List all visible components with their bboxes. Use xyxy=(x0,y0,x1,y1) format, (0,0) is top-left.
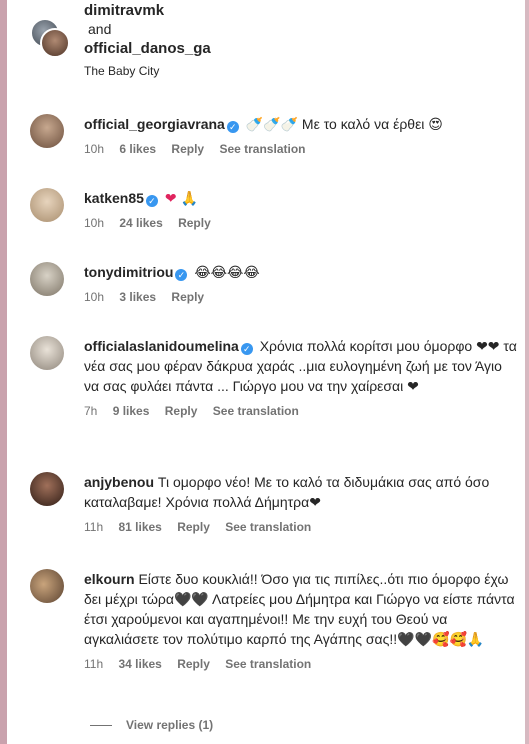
comment-text-block: tonydimitriou ✓ 😂😂😂😂 xyxy=(84,262,520,282)
left-edge-border xyxy=(0,0,7,744)
comment-meta: 11h 81 likes Reply See translation xyxy=(84,520,520,534)
comment-text-block: anjybenou Τι ομορφο νέο! Με το καλό τα δ… xyxy=(84,472,520,512)
comment-likes[interactable]: 81 likes xyxy=(118,520,161,534)
reply-button[interactable]: Reply xyxy=(171,290,204,304)
verified-icon: ✓ xyxy=(175,269,188,281)
avatar[interactable] xyxy=(30,114,64,148)
avatar[interactable] xyxy=(30,188,64,222)
comment-likes[interactable]: 34 likes xyxy=(118,657,161,671)
comment-meta: 10h 6 likes Reply See translation xyxy=(84,142,520,156)
comment-meta: 7h 9 likes Reply See translation xyxy=(84,404,520,418)
avatar[interactable] xyxy=(40,28,70,58)
comment-username[interactable]: tonydimitriou xyxy=(84,264,173,280)
comment-username[interactable]: katken85 xyxy=(84,190,144,206)
comment-text: Είστε δυο κουκλιά!! Όσο για τις πιπίλες.… xyxy=(84,571,515,647)
comment-likes[interactable]: 24 likes xyxy=(119,216,162,230)
header-and-label: and xyxy=(88,21,112,37)
comment-meta: 10h 3 likes Reply xyxy=(84,290,520,304)
comment-text-block: elkourn Είστε δυο κουκλιά!! Όσο για τις … xyxy=(84,569,520,649)
see-translation-button[interactable]: See translation xyxy=(225,657,311,671)
verified-icon: ✓ xyxy=(145,195,158,207)
comment-likes[interactable]: 6 likes xyxy=(119,142,156,156)
verified-icon: ✓ xyxy=(240,343,253,355)
comment-likes[interactable]: 9 likes xyxy=(113,404,150,418)
avatar[interactable] xyxy=(30,569,64,603)
comment-time: 10h xyxy=(84,290,105,304)
avatar[interactable] xyxy=(30,262,64,296)
header-location[interactable]: The Baby City xyxy=(84,64,159,78)
comment-username[interactable]: official_georgiavrana xyxy=(84,116,225,132)
comment-time: 7h xyxy=(84,404,98,418)
comment-meta: 10h 24 likes Reply xyxy=(84,216,520,230)
collab-avatars[interactable] xyxy=(30,18,70,58)
comment-text-block: katken85 ✓ ❤ 🙏 xyxy=(84,188,520,208)
comment-time: 11h xyxy=(84,657,104,671)
right-edge-border xyxy=(525,0,529,744)
comment-text: 🍼🍼🍼 Με το καλό να έρθει 😍 xyxy=(245,116,443,132)
header-username-1[interactable]: dimitravmk xyxy=(84,2,164,19)
view-replies-button[interactable]: View replies (1) xyxy=(90,718,213,732)
comment-time: 10h xyxy=(84,216,105,230)
reply-button[interactable]: Reply xyxy=(177,520,210,534)
comment-time: 11h xyxy=(84,520,104,534)
see-translation-button[interactable]: See translation xyxy=(213,404,299,418)
comment-time: 10h xyxy=(84,142,105,156)
see-translation-button[interactable]: See translation xyxy=(219,142,305,156)
comment-text-block: official_georgiavrana ✓ 🍼🍼🍼 Με το καλό να… xyxy=(84,114,520,134)
comment-likes[interactable]: 3 likes xyxy=(119,290,156,304)
reply-button[interactable]: Reply xyxy=(178,216,211,230)
verified-icon: ✓ xyxy=(226,121,239,133)
divider-line xyxy=(90,725,112,727)
post-header: dimitravmk and official_danos_ga The Bab… xyxy=(30,0,510,100)
comment-username[interactable]: officialaslanidoumelina xyxy=(84,338,239,354)
comment-text: ❤ 🙏 xyxy=(164,190,198,206)
comment-username[interactable]: elkourn xyxy=(84,571,135,587)
header-username-2[interactable]: official_danos_ga xyxy=(84,40,211,57)
reply-button[interactable]: Reply xyxy=(171,142,204,156)
view-replies-label[interactable]: View replies (1) xyxy=(126,718,213,732)
reply-button[interactable]: Reply xyxy=(177,657,210,671)
reply-button[interactable]: Reply xyxy=(165,404,198,418)
comment-username[interactable]: anjybenou xyxy=(84,474,154,490)
avatar[interactable] xyxy=(30,336,64,370)
comment-text-block: officialaslanidoumelina ✓ Χρόνια πολλά κο… xyxy=(84,336,520,396)
see-translation-button[interactable]: See translation xyxy=(225,520,311,534)
avatar[interactable] xyxy=(30,472,64,506)
comment-meta: 11h 34 likes Reply See translation xyxy=(84,657,520,671)
comment-text: 😂😂😂😂 xyxy=(194,264,260,280)
